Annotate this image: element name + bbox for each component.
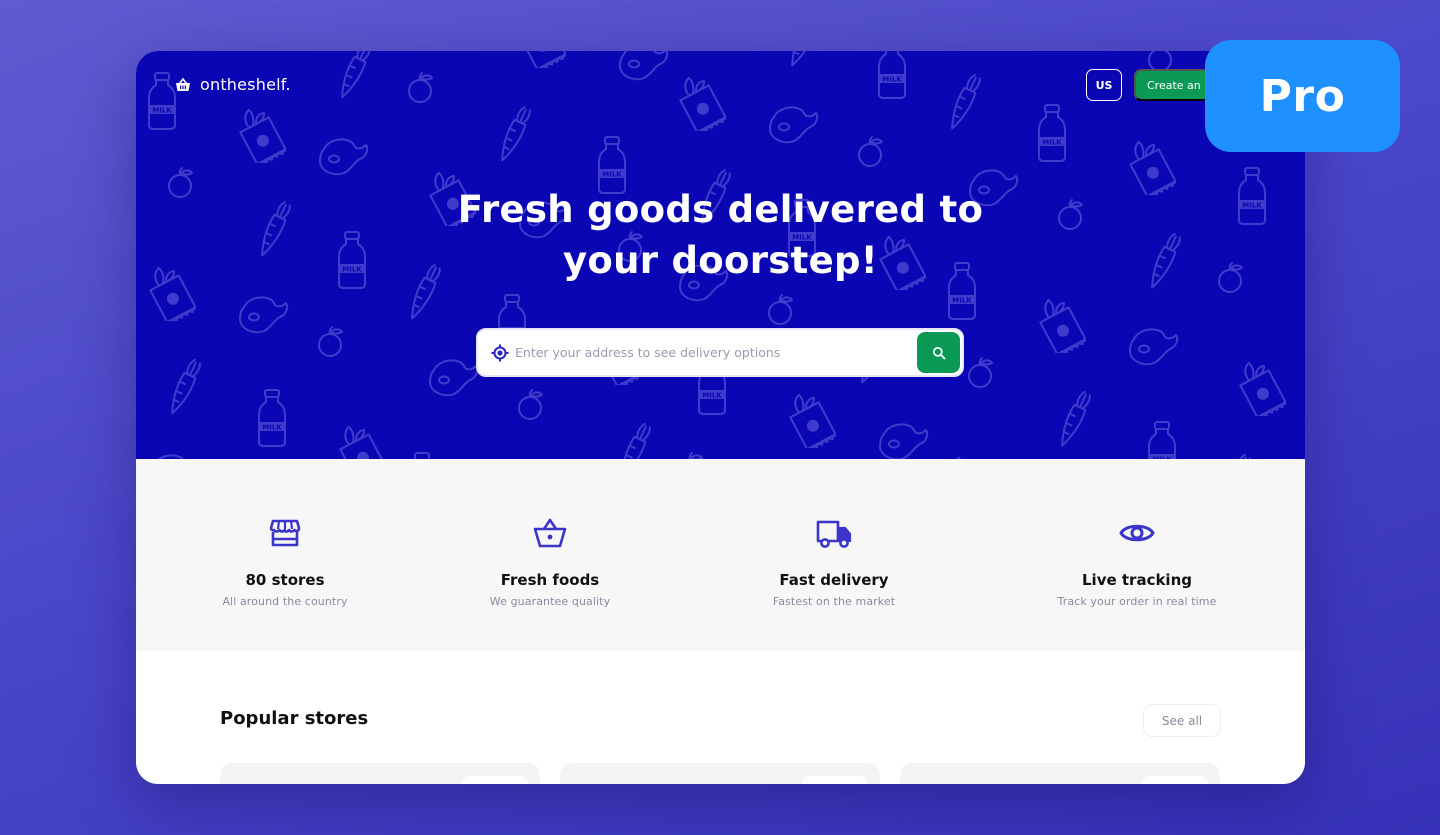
carrot-icon: [501, 105, 531, 162]
peach-icon: [688, 452, 703, 459]
peach-icon: [518, 389, 543, 420]
feature-live-tracking: Live tracking Track your order in real t…: [1007, 459, 1267, 608]
feature-title: Live tracking: [1082, 571, 1192, 589]
peach-icon: [768, 294, 793, 325]
feature-title: 80 stores: [245, 571, 325, 589]
carrot-icon: [171, 358, 201, 415]
milk-bottle-icon: MILK: [1038, 104, 1066, 162]
search-button[interactable]: [917, 332, 960, 373]
store-icon: [269, 519, 301, 547]
steak-icon: [879, 423, 929, 459]
steak-icon: [619, 51, 669, 81]
store-card[interactable]: [220, 763, 540, 784]
search-icon: [932, 346, 945, 359]
brand-name: ontheshelf.: [200, 75, 291, 94]
milk-bottle-icon: MILK: [258, 389, 286, 447]
feature-subtitle: All around the country: [222, 595, 348, 608]
milk-bottle-icon: MILK: [148, 72, 176, 130]
snack-bag-icon: [789, 393, 836, 448]
feature-subtitle: We guarantee quality: [489, 595, 611, 608]
popular-stores-title: Popular stores: [220, 708, 369, 729]
feature-subtitle: Fastest on the market: [772, 595, 896, 608]
address-input[interactable]: [515, 330, 917, 375]
svg-text:MILK: MILK: [152, 107, 172, 115]
milk-bottle-icon: MILK: [1148, 421, 1176, 459]
app-window: MILK MILK MILK MILK MILK MILK MILK MILK MILK MILK…: [136, 51, 1305, 784]
snack-bag-icon: [519, 51, 566, 68]
truck-icon: [816, 520, 852, 548]
svg-text:MILK: MILK: [602, 171, 622, 179]
snack-bag-icon: [339, 425, 386, 459]
steak-icon: [319, 138, 369, 176]
store-card[interactable]: [560, 763, 880, 784]
see-all-button[interactable]: See all: [1143, 704, 1221, 737]
feature-fast-delivery: Fast delivery Fastest on the market: [704, 459, 964, 608]
popular-stores-section: Popular stores See all: [136, 651, 1305, 784]
features-section: 80 stores All around the country Fresh f…: [136, 459, 1305, 651]
eye-icon: [1119, 524, 1155, 542]
language-selector-button[interactable]: US: [1086, 69, 1122, 101]
svg-text:MILK: MILK: [702, 392, 722, 400]
carrot-icon: [1061, 390, 1091, 447]
hero-title: Fresh goods delivered to your doorstep!: [136, 184, 1305, 286]
location-crosshair-icon[interactable]: [491, 344, 509, 362]
basket-icon: [533, 518, 567, 548]
svg-text:MILK: MILK: [262, 424, 282, 432]
peach-icon: [968, 357, 993, 388]
carrot-icon: [341, 51, 371, 99]
svg-text:MILK: MILK: [1042, 139, 1062, 147]
carrot-icon: [791, 51, 817, 67]
steak-icon: [1056, 51, 1110, 52]
store-card-badge: [1142, 776, 1208, 784]
store-card-badge: [802, 776, 868, 784]
feature-title: Fast delivery: [779, 571, 889, 589]
steak-icon: [157, 454, 184, 459]
snack-bag-icon: [239, 108, 286, 163]
store-card[interactable]: [900, 763, 1220, 784]
carrot-icon: [1236, 453, 1251, 459]
peach-icon: [858, 136, 883, 167]
basket-icon: [176, 77, 190, 91]
steak-icon: [769, 106, 819, 144]
feature-subtitle: Track your order in real time: [1057, 595, 1217, 608]
milk-bottle-icon: MILK: [414, 452, 430, 459]
milk-bottle-icon: MILK: [878, 51, 906, 99]
hero-title-line-2: your doorstep!: [563, 239, 878, 282]
steak-icon: [429, 359, 479, 397]
pro-badge: Pro: [1205, 40, 1400, 152]
feature-fresh-foods: Fresh foods We guarantee quality: [420, 459, 680, 608]
carrot-icon: [621, 422, 651, 459]
carrot-icon: [951, 73, 981, 130]
snack-bag-icon: [1239, 361, 1286, 416]
feature-stores: 80 stores All around the country: [155, 459, 415, 608]
address-search-bar: [476, 328, 964, 377]
hero-section: MILK MILK MILK MILK MILK MILK MILK MILK MILK MILK…: [136, 51, 1305, 459]
peach-icon: [408, 72, 433, 103]
steak-icon: [239, 296, 289, 334]
feature-title: Fresh foods: [500, 571, 600, 589]
snack-bag-icon: [954, 456, 965, 459]
hero-title-line-1: Fresh goods delivered to: [457, 188, 984, 231]
snack-bag-icon: [679, 76, 726, 131]
svg-text:MILK: MILK: [952, 297, 972, 305]
peach-icon: [318, 326, 343, 357]
snack-bag-icon: [1039, 298, 1086, 353]
logo[interactable]: ontheshelf.: [175, 75, 291, 94]
store-card-badge: [462, 776, 528, 784]
steak-icon: [1129, 328, 1179, 366]
svg-text:MILK: MILK: [882, 76, 902, 84]
